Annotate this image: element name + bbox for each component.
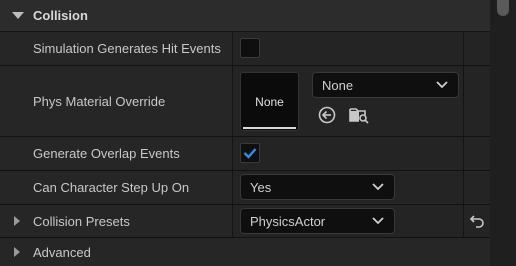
column-divider[interactable] [232,32,233,238]
thumbnail-label: None [255,94,284,109]
property-label-cell: Phys Material Override [0,66,232,136]
expand-arrow-icon[interactable] [14,216,20,226]
overlap-events-checkbox[interactable] [240,143,260,163]
property-row-sim-hit-events: Simulation Generates Hit Events [0,32,490,66]
section-title: Collision [33,8,88,23]
scrollbar-thumb[interactable] [497,0,509,16]
use-selected-arrow-icon[interactable] [316,104,338,126]
reset-cell [464,137,490,170]
reset-cell [464,32,490,65]
details-panel: Collision Simulation Generates Hit Event… [0,0,516,266]
property-row-overlap-events: Generate Overlap Events [0,137,490,171]
dropdown-value: PhysicsActor [250,213,326,229]
column-divider [463,32,464,238]
property-label-cell: Generate Overlap Events [0,137,232,170]
thumbnail-underline [243,127,296,129]
browse-folder-search-icon[interactable] [348,104,370,126]
chevron-down-icon [372,217,384,225]
property-label-cell: Simulation Generates Hit Events [0,32,232,65]
property-label: Can Character Step Up On [33,180,190,195]
reset-cell [464,66,490,136]
property-label-cell[interactable]: Collision Presets [0,205,232,237]
step-up-on-dropdown[interactable]: Yes [240,174,395,200]
collision-presets-dropdown[interactable]: PhysicsActor [240,208,395,234]
property-label: Phys Material Override [33,93,166,109]
checkmark-icon [243,148,257,159]
phys-material-dropdown[interactable]: None [312,72,459,98]
chevron-down-icon [372,183,384,191]
reset-cell [464,171,490,204]
collapse-caret-icon[interactable] [12,12,24,19]
chevron-down-icon [436,81,448,89]
scrollbar-track[interactable] [490,0,516,266]
property-label: Simulation Generates Hit Events [33,41,221,56]
property-row-advanced: Advanced [0,238,490,266]
property-label: Advanced [33,244,91,260]
advanced-label-cell[interactable]: Advanced [0,238,490,266]
dropdown-value: Yes [250,179,272,195]
asset-thumbnail[interactable]: None [240,72,299,131]
reset-to-default-icon[interactable] [464,205,490,237]
dropdown-value: None [322,77,354,93]
property-label: Generate Overlap Events [33,146,180,161]
collision-section-header[interactable]: Collision [0,0,490,32]
property-label: Collision Presets [33,213,130,229]
property-value-cell [233,137,463,170]
expand-arrow-icon[interactable] [14,247,20,257]
property-label-cell: Can Character Step Up On [0,171,232,204]
sim-hit-events-checkbox[interactable] [240,38,260,58]
property-value-cell [233,32,463,65]
